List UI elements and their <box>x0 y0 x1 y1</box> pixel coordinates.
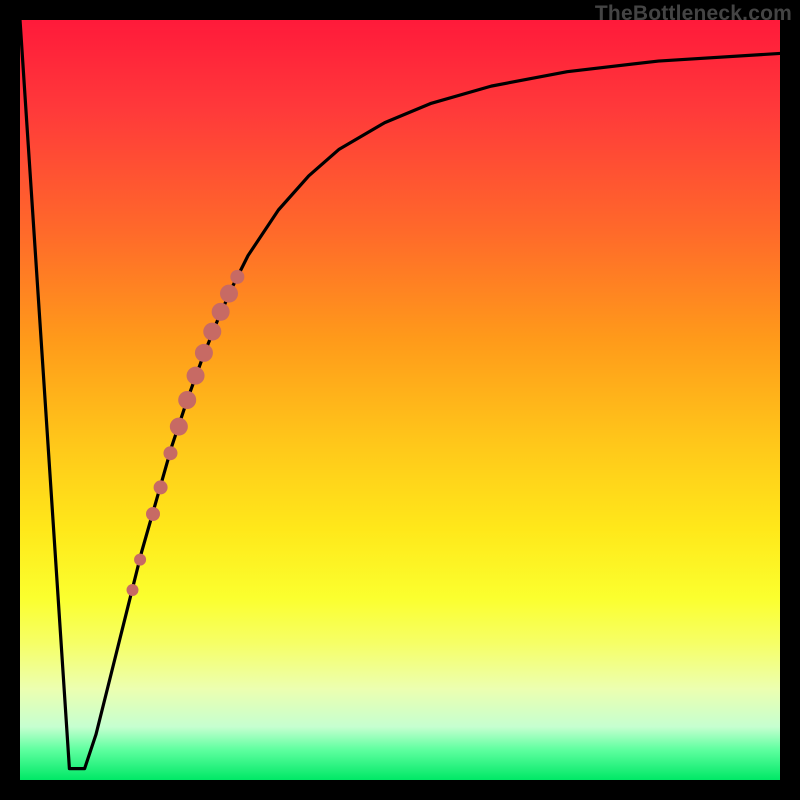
curve-layer <box>20 20 780 769</box>
plot-area <box>20 20 780 780</box>
highlight-dot <box>230 270 244 284</box>
highlight-dot <box>154 480 168 494</box>
highlight-dot <box>203 323 221 341</box>
chart-frame: TheBottleneck.com <box>0 0 800 800</box>
watermark-text: TheBottleneck.com <box>595 2 792 26</box>
highlight-dot <box>178 391 196 409</box>
chart-svg <box>20 20 780 780</box>
highlight-dot <box>134 554 146 566</box>
highlight-dot <box>170 418 188 436</box>
highlight-dot <box>220 285 238 303</box>
highlight-dot <box>126 584 138 596</box>
highlight-dot <box>163 446 177 460</box>
highlight-dot <box>212 303 230 321</box>
highlight-dot <box>146 507 160 521</box>
bottleneck-curve <box>20 20 780 769</box>
highlight-dot <box>187 367 205 385</box>
highlight-dot <box>195 344 213 362</box>
